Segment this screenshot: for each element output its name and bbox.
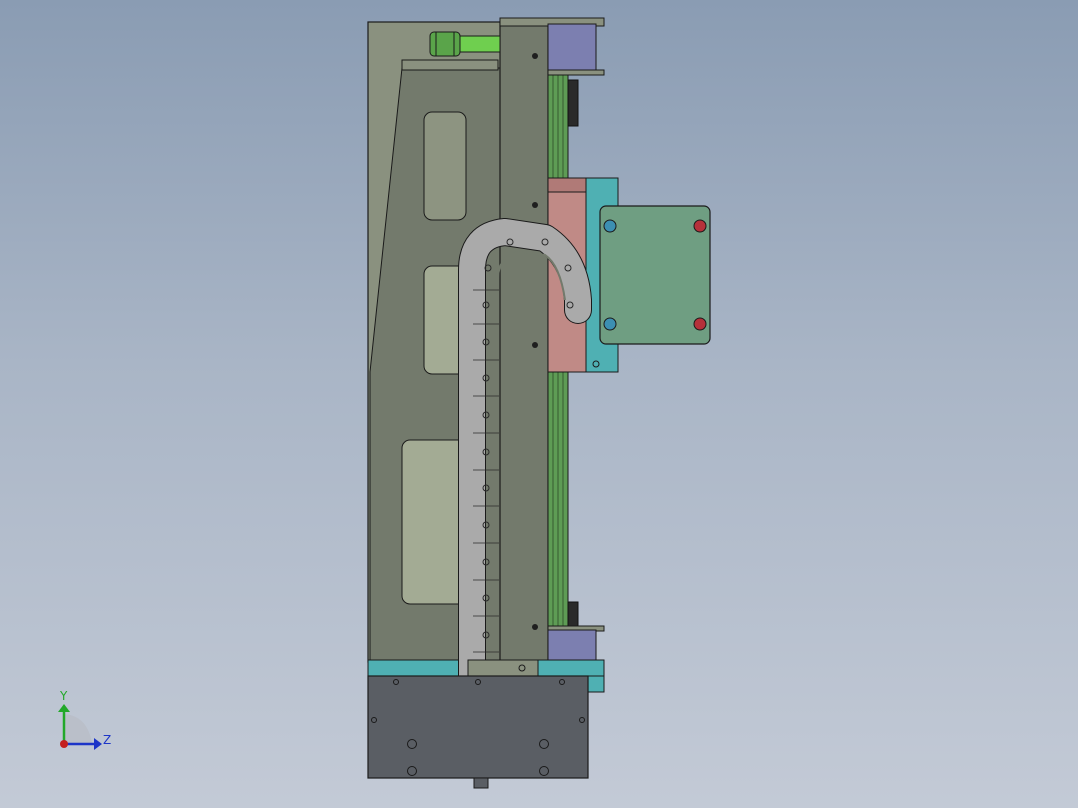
z-axis-label: Z xyxy=(103,733,111,747)
column-screw xyxy=(532,202,538,208)
vertical-column[interactable] xyxy=(499,21,549,663)
orientation-triad[interactable]: Y Z xyxy=(58,689,111,750)
top-stopper[interactable] xyxy=(567,79,579,127)
top-end-plate-lower xyxy=(547,69,605,76)
linear-actuator-model[interactable] xyxy=(367,17,711,789)
y-axis-label: Y xyxy=(59,689,68,703)
column-screw xyxy=(532,624,538,630)
base-block[interactable] xyxy=(367,675,589,779)
bottom-stopper[interactable] xyxy=(567,601,579,629)
top-end-block[interactable] xyxy=(547,23,597,73)
housing-top-lip xyxy=(401,59,499,71)
mount-bolt-red[interactable] xyxy=(693,219,707,233)
z-axis-arrow xyxy=(94,738,102,750)
base-connector-tab xyxy=(473,777,489,789)
y-axis-arrow xyxy=(58,704,70,712)
carriage-cap xyxy=(547,177,587,193)
chain-bottom-clamp[interactable] xyxy=(467,659,539,677)
column-screw xyxy=(532,53,538,59)
column-screw xyxy=(532,342,538,348)
plate-window-1 xyxy=(423,111,467,221)
mount-bolt-red[interactable] xyxy=(693,317,707,331)
triad-xy-plane-fill xyxy=(64,714,92,744)
cad-graphics-viewport[interactable]: Y Z xyxy=(0,0,1078,808)
motor-mount-plate[interactable] xyxy=(599,205,711,345)
plate-window-3 xyxy=(401,439,467,605)
x-axis-origin xyxy=(60,740,68,748)
mount-bolt-blue[interactable] xyxy=(603,317,617,331)
mount-bolt-blue[interactable] xyxy=(603,219,617,233)
pulley[interactable] xyxy=(429,31,461,57)
bottom-cyan-foot xyxy=(587,675,605,693)
